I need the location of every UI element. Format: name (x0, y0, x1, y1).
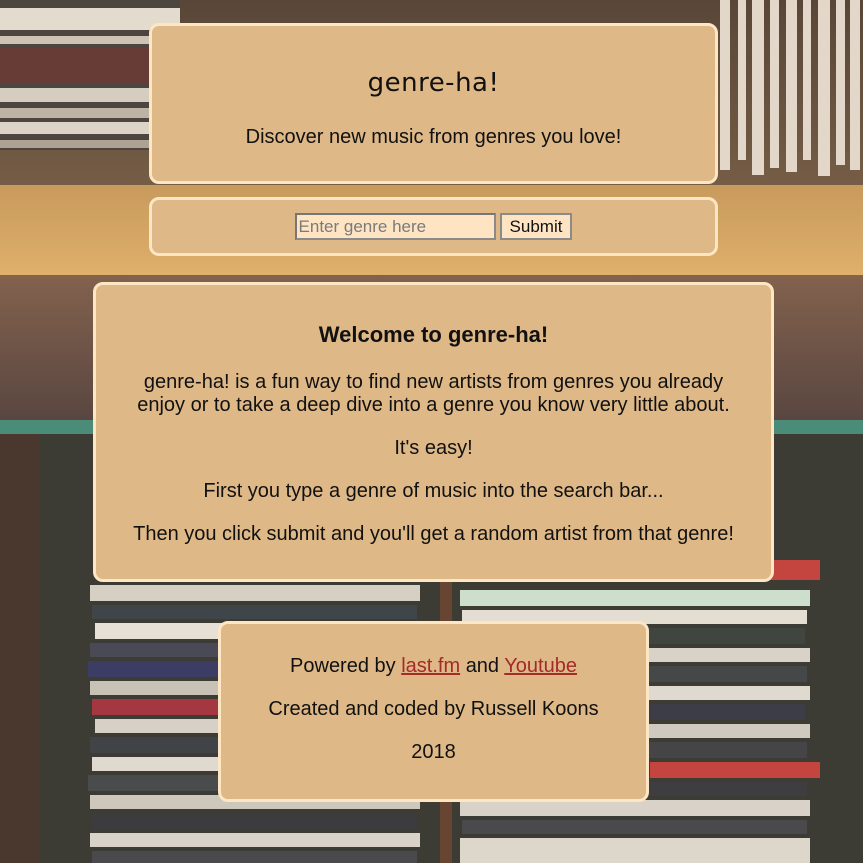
credits-text: Created and coded by Russell Koons (268, 698, 599, 720)
search-panel: Submit (149, 197, 718, 256)
welcome-heading: Welcome to genre-ha! (318, 322, 549, 347)
welcome-panel: Welcome to genre-ha! genre-ha! is a fun … (93, 282, 774, 582)
welcome-paragraph: Then you click submit and you'll get a r… (133, 523, 734, 545)
welcome-paragraph: It's easy! (394, 437, 473, 459)
tagline: Discover new music from genres you love! (245, 126, 622, 148)
genre-search-input[interactable] (294, 213, 496, 240)
header-panel: genre-ha! Discover new music from genres… (149, 23, 718, 184)
lastfm-link[interactable]: last.fm (401, 655, 460, 677)
welcome-paragraph: First you type a genre of music into the… (203, 480, 664, 502)
footer-panel: Powered by last.fm and Youtube Created a… (218, 621, 649, 802)
welcome-paragraph: genre-ha! is a fun way to find new artis… (137, 371, 730, 416)
powered-by-label: Powered by (290, 655, 396, 677)
powered-by-line: Powered by last.fm and Youtube (221, 655, 646, 678)
youtube-link[interactable]: Youtube (504, 655, 577, 677)
app-title: genre-ha! (367, 68, 500, 98)
submit-button[interactable]: Submit (499, 213, 573, 240)
search-form: Submit (152, 213, 715, 240)
copyright-year: 2018 (411, 741, 456, 763)
and-text: and (465, 655, 500, 677)
